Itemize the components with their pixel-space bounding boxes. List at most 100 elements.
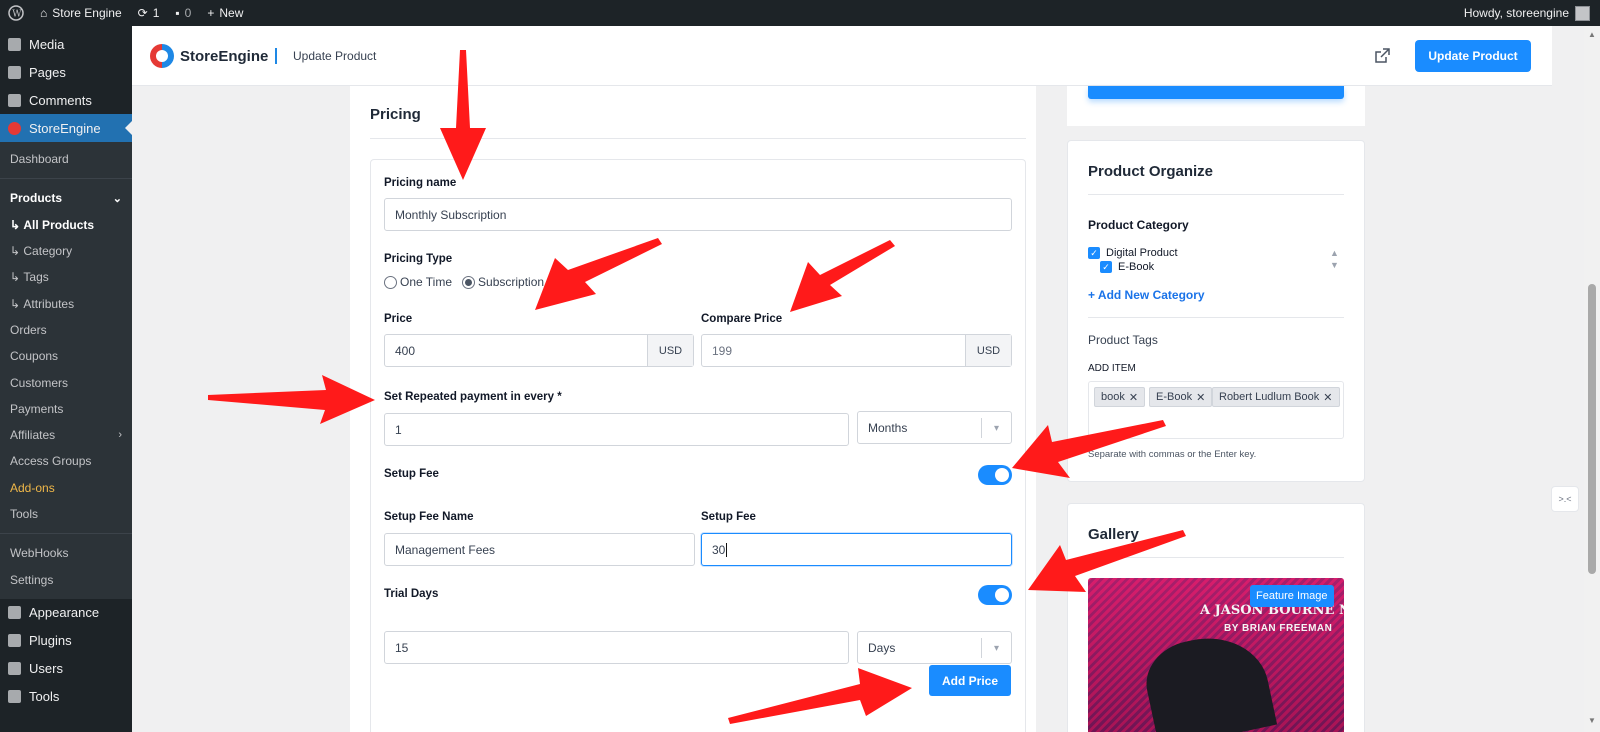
sub-label: Customers [10,375,69,390]
page-scrollbar[interactable]: ▲ ▼ [1584,26,1600,732]
sub-label: Attributes [23,296,75,311]
sidebar-item-tools[interactable]: Tools [0,501,132,527]
arrow-up-icon[interactable]: ▲ [1330,247,1339,259]
sidebar-item-customers[interactable]: Customers [0,369,132,395]
sidebar-item-orders[interactable]: Orders [0,317,132,343]
sidebar-item-all-products[interactable]: ↳ All Products [0,212,132,238]
category-digital-product[interactable]: ✓ Digital Product [1088,247,1178,259]
close-icon[interactable]: ✕ [1323,391,1332,404]
radio-selected-icon [462,276,476,290]
cover-author: BY BRIAN FREEMAN [1224,623,1333,634]
trial-days-input[interactable]: 15 [384,631,849,664]
chevron-right-icon: › [118,429,122,442]
product-category-label: Product Category [1088,218,1189,232]
close-icon[interactable]: ✕ [1196,391,1205,404]
setup-fee-name-label: Setup Fee Name [384,511,474,523]
add-item-label: ADD ITEM [1088,363,1136,374]
setup-fee-name-input[interactable]: Management Fees [384,533,695,566]
sidebar-item-dashboard[interactable]: Dashboard [0,146,132,172]
price-input[interactable]: 400 USD [384,334,694,367]
admin-bar: W ⌂ Store Engine ⟳ 1 ▪ 0 + New Howdy, st… [0,0,1600,26]
category-label: E-Book [1118,261,1155,273]
repeat-interval-input[interactable]: 1 [384,413,849,446]
trial-days-toggle[interactable] [978,585,1012,605]
category-e-book[interactable]: ✓ E-Book [1100,261,1154,273]
add-new-category-link[interactable]: + Add New Category [1088,288,1205,302]
divider [1088,317,1344,318]
sub-label: Orders [10,322,47,337]
tag-chip: E-Book ✕ [1149,387,1213,407]
users-icon [8,662,21,676]
compare-price-value: 199 [712,343,733,358]
setup-fee-name-value: Management Fees [395,542,496,557]
close-icon[interactable]: ✕ [1129,391,1138,404]
setup-fee-toggle[interactable] [978,465,1012,485]
wordpress-logo-icon[interactable]: W [0,0,32,26]
menu-comments[interactable]: Comments [0,86,132,114]
chevron-down-icon: ▾ [981,418,1011,438]
site-name-link[interactable]: ⌂ Store Engine [32,0,130,26]
branch-icon: ↳ [10,270,24,285]
update-product-button[interactable]: Update Product [1415,40,1531,72]
sidebar-item-settings[interactable]: Settings [0,566,132,592]
publish-button-edge[interactable] [1088,86,1344,99]
trial-days-value: 15 [395,640,409,655]
radio-label: One Time [400,275,453,289]
menu-label: Users [29,661,63,677]
repeat-interval-value: 1 [395,422,402,437]
menu-pages[interactable]: Pages [0,58,132,86]
gallery-title: Gallery [1088,526,1139,543]
pricing-title: Pricing [370,106,421,123]
scroll-down-icon[interactable]: ▼ [1588,716,1596,725]
publish-card [1067,86,1365,126]
sidebar-item-access-groups[interactable]: Access Groups [0,448,132,474]
scroll-up-icon[interactable]: ▲ [1588,30,1596,39]
sidebar-item-category[interactable]: ↳ Category [0,238,132,264]
collapse-handle-icon[interactable]: >.< [1551,486,1579,512]
setup-fee-amount-input[interactable]: 30 [701,533,1012,566]
sub-label: Access Groups [10,454,92,469]
menu-storeengine[interactable]: StoreEngine [0,114,132,142]
pricing-name-value: Monthly Subscription [395,207,507,222]
sidebar-item-products[interactable]: Products ⌄ [0,185,132,211]
setup-fee-amount-value: 30 [712,542,726,557]
sub-label: Add-ons [10,480,55,495]
add-price-button[interactable]: Add Price [929,665,1011,696]
new-content-link[interactable]: + New [199,0,251,26]
menu-plugins[interactable]: Plugins [0,627,132,655]
page-title: Update Product [293,49,377,63]
trial-unit-select[interactable]: Days ▾ [857,631,1012,664]
arrow-down-icon[interactable]: ▼ [1330,259,1339,271]
radio-one-time[interactable]: One Time [384,275,453,290]
menu-tools[interactable]: Tools [0,683,132,711]
sidebar-item-tags[interactable]: ↳ Tags [0,264,132,290]
sidebar-item-webhooks[interactable]: WebHooks [0,540,132,566]
account-menu[interactable]: Howdy, storeengine [1464,5,1600,21]
comments-link[interactable]: ▪ 0 [167,0,199,26]
sidebar-item-payments[interactable]: Payments [0,396,132,422]
sidebar-item-add-ons[interactable]: Add-ons [0,475,132,501]
radio-subscription[interactable]: Subscription [462,275,544,290]
storeengine-logo[interactable]: StoreEngine [150,44,268,68]
category-scroll-arrows[interactable]: ▲ ▼ [1330,247,1339,271]
external-link-icon[interactable] [1372,46,1392,66]
comments-count: 0 [184,6,192,20]
sidebar-item-coupons[interactable]: Coupons [0,343,132,369]
compare-price-label: Compare Price [701,313,783,325]
tags-help-text: Separate with commas or the Enter key. [1088,449,1257,460]
repeat-payment-label: Set Repeated payment in every * [384,391,562,403]
pricing-name-input[interactable]: Monthly Subscription [384,198,1012,231]
scroll-thumb[interactable] [1588,284,1596,574]
feature-image[interactable]: A JASON BOURNE NOVEL BY BRIAN FREEMAN Fe… [1088,578,1344,732]
tags-input[interactable]: book ✕ E-Book ✕ Robert Ludlum Book ✕ [1088,381,1344,439]
menu-appearance[interactable]: Appearance [0,599,132,627]
sidebar-item-affiliates[interactable]: Affiliates › [0,422,132,448]
repeat-unit-select[interactable]: Months ▾ [857,411,1012,444]
price-label: Price [384,313,413,325]
updates-link[interactable]: ⟳ 1 [130,0,168,26]
menu-users[interactable]: Users [0,655,132,683]
sidebar-item-attributes[interactable]: ↳ Attributes [0,290,132,316]
menu-media[interactable]: Media [0,30,132,58]
compare-price-input[interactable]: 199 USD [701,334,1012,367]
tag-label: book [1101,391,1125,403]
